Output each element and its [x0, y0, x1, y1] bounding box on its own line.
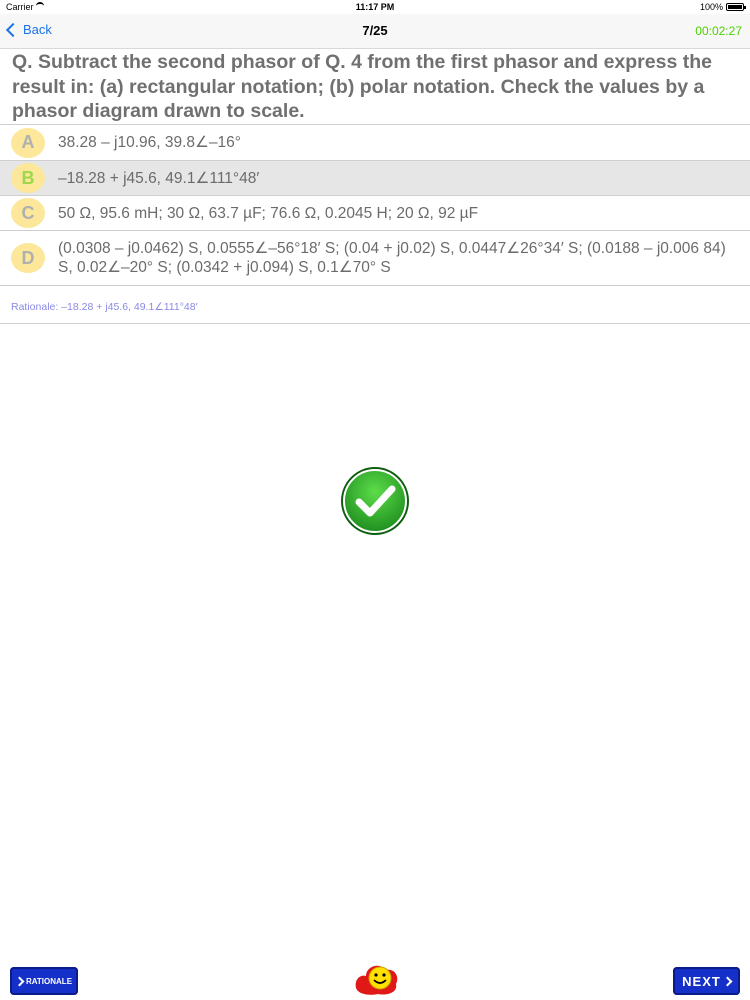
- option-a-badge: A: [11, 127, 45, 158]
- rationale-button[interactable]: RATIONALE: [10, 967, 78, 995]
- next-button[interactable]: NEXT: [673, 967, 740, 995]
- next-button-label: NEXT: [682, 973, 721, 989]
- option-b[interactable]: B –18.28 + j45.6, 49.1∠111°48′: [0, 160, 750, 195]
- nav-bar: Back 7/25 00:02:27: [0, 14, 750, 49]
- rationale-text: Rationale: –18.28 + j45.6, 49.1∠111°48′: [11, 301, 198, 313]
- option-c[interactable]: C 50 Ω, 95.6 mH; 30 Ω, 63.7 µF; 76.6 Ω, …: [0, 195, 750, 230]
- option-c-badge: C: [11, 198, 45, 228]
- status-bar: Carrier 11:17 PM 100%: [0, 0, 750, 14]
- battery-indicator: 100%: [699, 2, 746, 12]
- answer-options: A 38.28 – j10.96, 39.8∠–16° B –18.28 + j…: [0, 124, 750, 286]
- option-b-text: –18.28 + j45.6, 49.1∠111°48′: [58, 169, 260, 187]
- timer: 00:02:27: [695, 24, 742, 38]
- chevron-right-icon: [722, 976, 733, 986]
- option-b-badge: B: [11, 163, 45, 193]
- option-d-text: (0.0308 – j0.0462) S, 0.0555∠–56°18′ S; …: [58, 240, 726, 276]
- rationale-row: Rationale: –18.28 + j45.6, 49.1∠111°48′: [0, 288, 750, 324]
- chevron-right-icon: [14, 976, 25, 986]
- battery-icon: [726, 3, 746, 11]
- check-mark-icon: [341, 467, 409, 535]
- question-progress: 7/25: [362, 23, 388, 38]
- option-d-badge: D: [11, 243, 45, 273]
- option-c-text: 50 Ω, 95.6 mH; 30 Ω, 63.7 µF; 76.6 Ω, 0.…: [58, 204, 479, 222]
- status-time: 11:17 PM: [355, 2, 395, 12]
- rationale-button-label: RATIONALE: [25, 976, 73, 986]
- smiley-icon[interactable]: [352, 958, 400, 996]
- option-d[interactable]: D (0.0308 – j0.0462) S, 0.0555∠–56°18′ S…: [0, 230, 750, 286]
- question-text: Q. Subtract the second phasor of Q. 4 fr…: [12, 51, 712, 122]
- battery-percent: 100%: [699, 2, 723, 12]
- option-a-text: 38.28 – j10.96, 39.8∠–16°: [58, 134, 241, 151]
- option-a[interactable]: A 38.28 – j10.96, 39.8∠–16°: [0, 124, 750, 160]
